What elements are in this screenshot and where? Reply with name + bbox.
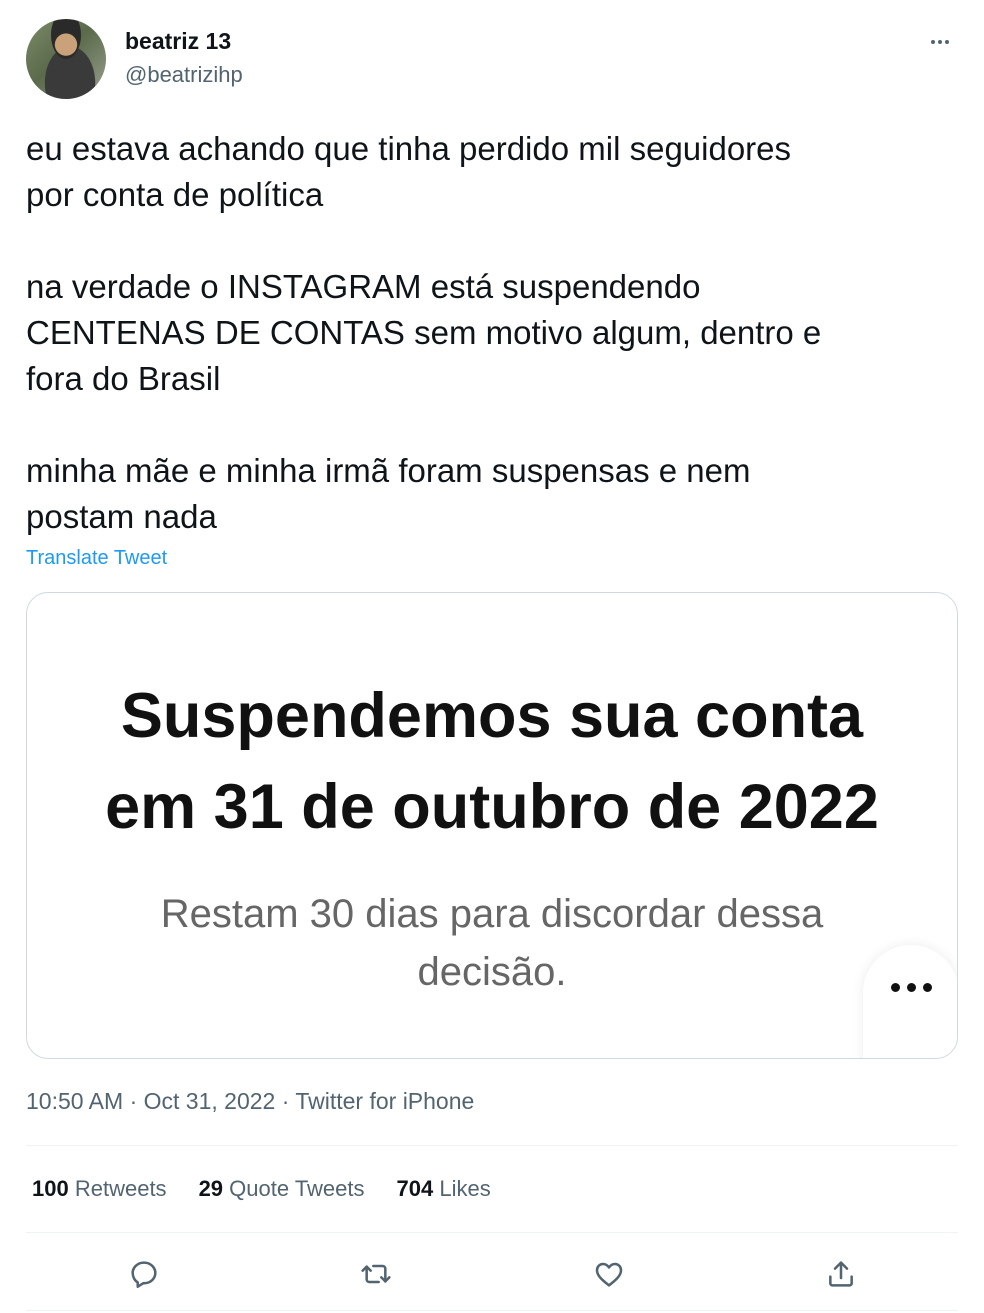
share-icon xyxy=(829,1261,853,1287)
retweets-label: Retweets xyxy=(74,1176,167,1201)
likes-count: 704 xyxy=(396,1176,434,1201)
media-subtitle-line: Restam 30 dias para discordar dessa xyxy=(160,892,824,936)
more-options-button[interactable] xyxy=(922,28,958,56)
divider xyxy=(26,1232,958,1233)
quote-tweets-stat[interactable]: 29 Quote Tweets xyxy=(199,1176,365,1202)
divider xyxy=(26,1310,958,1311)
share-button[interactable] xyxy=(821,1254,861,1294)
media-more-button xyxy=(863,945,957,1058)
tweet-stats: 100 Retweets 29 Quote Tweets 704 Likes xyxy=(32,1176,491,1202)
display-name[interactable]: beatriz 13 xyxy=(125,28,231,55)
retweets-stat[interactable]: 100 Retweets xyxy=(32,1176,167,1202)
translate-tweet-link[interactable]: Translate Tweet xyxy=(26,547,167,570)
media-subtitle-line: decisão. xyxy=(417,950,567,994)
media-subtitle: Restam 30 dias para discordar dessa deci… xyxy=(27,885,957,1001)
tweet-actions xyxy=(26,1250,958,1294)
divider xyxy=(26,1145,958,1146)
media-title-line: em 31 de outubro de 2022 xyxy=(105,772,879,842)
avatar[interactable] xyxy=(26,19,106,99)
like-button[interactable] xyxy=(589,1254,629,1294)
quote-tweets-count: 29 xyxy=(198,1176,224,1201)
media-title: Suspendemos sua conta em 31 de outubro d… xyxy=(27,671,957,853)
likes-stat[interactable]: 704 Likes xyxy=(397,1176,491,1202)
more-horizontal-icon xyxy=(890,983,932,993)
more-horizontal-icon xyxy=(931,40,949,44)
retweets-count: 100 xyxy=(32,1176,69,1201)
tweet-timestamp[interactable]: 10:50 AM · Oct 31, 2022 · Twitter for iP… xyxy=(26,1088,474,1115)
quote-tweets-label: Quote Tweets xyxy=(229,1176,365,1201)
media-title-line: Suspendemos sua conta xyxy=(120,681,864,751)
user-handle[interactable]: @beatrizihp xyxy=(125,62,243,88)
tweet-header: beatriz 13 @beatrizihp xyxy=(26,18,958,100)
likes-label: Likes xyxy=(439,1176,491,1201)
reply-button[interactable] xyxy=(124,1254,164,1294)
tweet-text: eu estava achando que tinha perdido mil … xyxy=(26,130,822,535)
tweet-media-image[interactable]: Suspendemos sua conta em 31 de outubro d… xyxy=(26,592,958,1059)
retweet-button[interactable] xyxy=(356,1254,396,1294)
reply-icon xyxy=(131,1261,157,1288)
retweet-icon xyxy=(361,1264,391,1284)
heart-icon xyxy=(595,1262,623,1287)
